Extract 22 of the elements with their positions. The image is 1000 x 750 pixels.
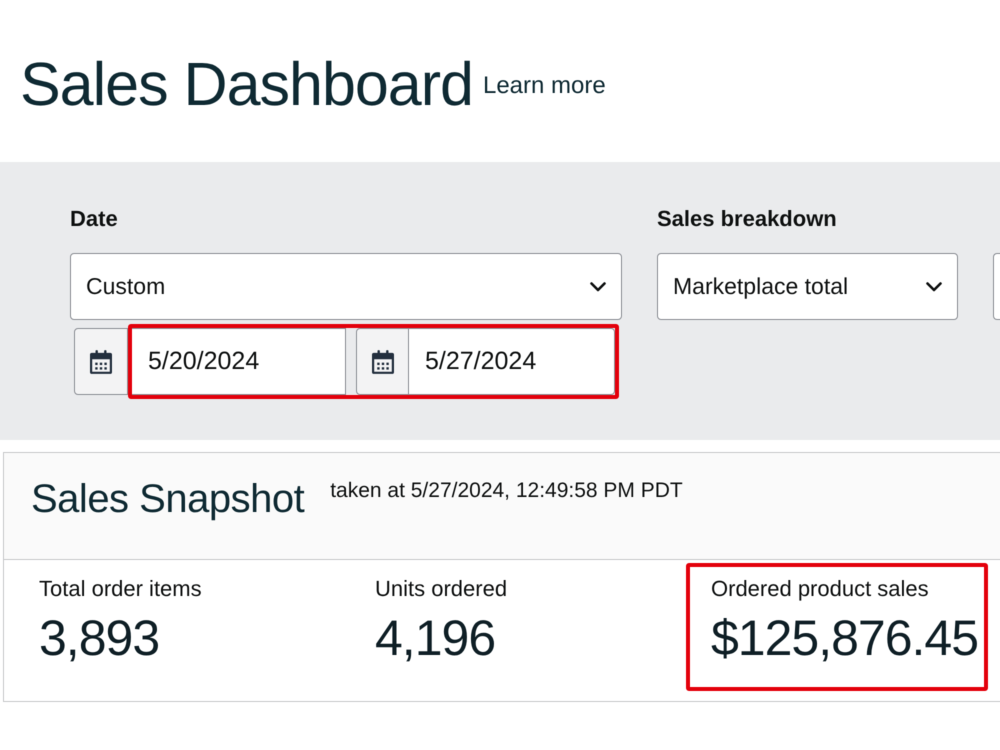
calendar-button[interactable] <box>356 328 409 395</box>
snapshot-timestamp: taken at 5/27/2024, 12:49:58 PM PDT <box>330 478 683 504</box>
metric-label: Units ordered <box>375 575 508 603</box>
metric-value: 3,893 <box>39 609 160 668</box>
metric-label: Ordered product sales <box>711 575 930 603</box>
metric-value: $125,876.45 <box>711 609 978 668</box>
chevron-down-icon <box>590 282 606 292</box>
filter-label: Date <box>70 205 119 233</box>
date-input[interactable]: 5/20/2024 <box>132 328 346 395</box>
date-input[interactable]: 5/27/2024 <box>409 328 615 395</box>
metric-label: Total order items <box>39 575 202 603</box>
metric-value: 4,196 <box>375 609 496 668</box>
page-title: Sales Dashboard <box>20 49 473 120</box>
calendar-icon <box>90 350 112 374</box>
chevron-down-icon <box>926 282 942 292</box>
snapshot-title: Sales Snapshot <box>31 476 304 523</box>
calendar-icon <box>372 350 394 374</box>
filter-label: Sales breakdown <box>657 205 838 233</box>
dropdown[interactable]: Custom <box>70 253 622 320</box>
dropdown[interactable]: Marketplace total <box>657 253 958 320</box>
learn-more-link[interactable]: Learn more <box>482 72 606 100</box>
calendar-button[interactable] <box>74 328 128 395</box>
